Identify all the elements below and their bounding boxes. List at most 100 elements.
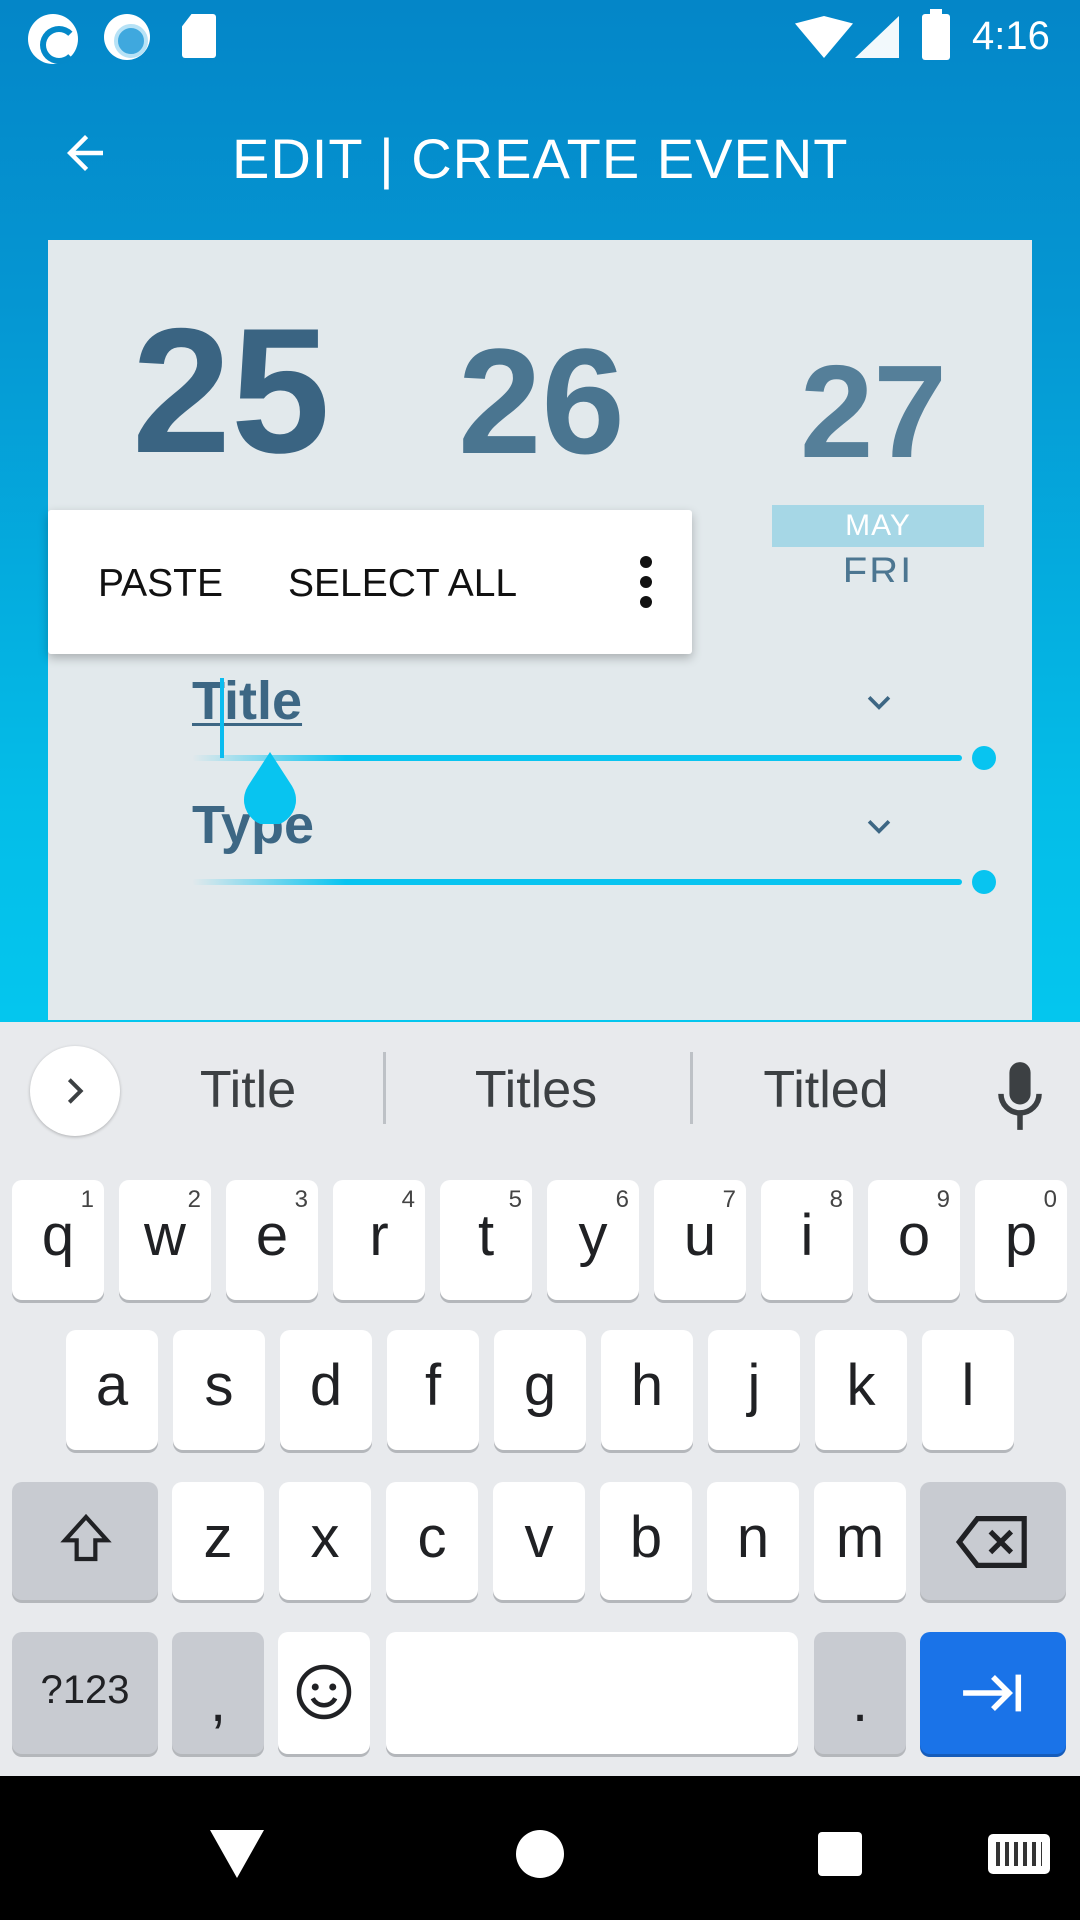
- space-key[interactable]: [386, 1632, 798, 1754]
- text-selection-menu: PASTE SELECT ALL: [48, 510, 692, 654]
- next-key[interactable]: [920, 1632, 1066, 1754]
- backspace-key[interactable]: [920, 1482, 1066, 1600]
- title-underline-dot: [972, 746, 996, 770]
- key-d[interactable]: d: [280, 1330, 372, 1450]
- key-i[interactable]: i8: [761, 1180, 853, 1300]
- text-caret: [220, 678, 224, 758]
- emoji-icon: [296, 1664, 352, 1720]
- key-c[interactable]: c: [386, 1482, 478, 1600]
- key-p[interactable]: p0: [975, 1180, 1067, 1300]
- weekday-label: FRI: [842, 550, 914, 582]
- key-y[interactable]: y6: [547, 1180, 639, 1300]
- emoji-key[interactable]: [278, 1632, 370, 1754]
- nav-home-icon[interactable]: [516, 1830, 564, 1878]
- date-day-current[interactable]: 26: [458, 326, 625, 476]
- key-b[interactable]: b: [600, 1482, 692, 1600]
- suggestion-2[interactable]: Titles: [416, 1060, 656, 1120]
- key-s[interactable]: s: [173, 1330, 265, 1450]
- back-button[interactable]: [52, 120, 118, 186]
- key-label: b: [629, 1505, 663, 1570]
- chevron-right-icon: [67, 1078, 84, 1104]
- key-r[interactable]: r4: [333, 1180, 425, 1300]
- type-dropdown-button[interactable]: [844, 792, 914, 862]
- key-label: n: [736, 1505, 770, 1570]
- backspace-icon: [955, 1516, 1027, 1568]
- expand-suggestions-button[interactable]: [30, 1046, 120, 1136]
- key-n[interactable]: n: [707, 1482, 799, 1600]
- chevron-down-icon: [867, 696, 891, 710]
- nav-back-icon[interactable]: [210, 1830, 264, 1878]
- key-number-hint: 3: [294, 1186, 308, 1213]
- navigation-bar: [0, 1776, 1080, 1920]
- paste-button[interactable]: PASTE: [98, 562, 223, 606]
- battery-icon: [922, 9, 950, 60]
- suggestion-divider: [690, 1052, 693, 1124]
- key-number-hint: 7: [722, 1186, 736, 1213]
- key-label: f: [424, 1353, 442, 1418]
- key-label: s: [204, 1353, 234, 1418]
- key-number-hint: 8: [829, 1186, 843, 1213]
- key-f[interactable]: f: [387, 1330, 479, 1450]
- key-label: v: [524, 1505, 554, 1570]
- key-q[interactable]: q1: [12, 1180, 104, 1300]
- comma-key-label: ,: [209, 1669, 227, 1734]
- key-g[interactable]: g: [494, 1330, 586, 1450]
- soft-keyboard: Title Titles Titled ?123 , . q1w2e3r4t5y…: [0, 1022, 1080, 1778]
- key-number-hint: 9: [936, 1186, 950, 1213]
- more-vert-icon[interactable]: [636, 554, 656, 610]
- key-label: x: [310, 1505, 340, 1570]
- key-u[interactable]: u7: [654, 1180, 746, 1300]
- key-o[interactable]: o9: [868, 1180, 960, 1300]
- microphone-icon[interactable]: [994, 1060, 1046, 1132]
- date-day-prev[interactable]: 25: [132, 302, 330, 480]
- suggestion-1[interactable]: Title: [128, 1060, 368, 1120]
- nav-recents-icon[interactable]: [818, 1832, 862, 1876]
- key-z[interactable]: z: [172, 1482, 264, 1600]
- key-v[interactable]: v: [493, 1482, 585, 1600]
- key-w[interactable]: w2: [119, 1180, 211, 1300]
- title-dropdown-button[interactable]: [844, 668, 914, 738]
- chevron-down-icon: [867, 820, 891, 834]
- title-input-text[interactable]: Title: [192, 670, 302, 732]
- wifi-icon: [795, 16, 853, 58]
- date-day-next[interactable]: 27: [800, 346, 947, 478]
- shift-icon: [60, 1513, 112, 1562]
- period-key[interactable]: .: [814, 1632, 906, 1754]
- key-label: h: [630, 1353, 664, 1418]
- key-l[interactable]: l: [922, 1330, 1014, 1450]
- arrow-left-icon: [67, 135, 103, 171]
- key-number-hint: 4: [401, 1186, 415, 1213]
- key-t[interactable]: t5: [440, 1180, 532, 1300]
- page-title: EDIT | CREATE EVENT: [232, 127, 849, 190]
- key-j[interactable]: j: [708, 1330, 800, 1450]
- key-number-hint: 1: [80, 1186, 94, 1213]
- key-number-hint: 6: [615, 1186, 629, 1213]
- select-all-button[interactable]: SELECT ALL: [288, 562, 517, 606]
- key-label: d: [309, 1353, 343, 1418]
- key-h[interactable]: h: [601, 1330, 693, 1450]
- key-e[interactable]: e3: [226, 1180, 318, 1300]
- key-label: z: [203, 1505, 233, 1570]
- key-k[interactable]: k: [815, 1330, 907, 1450]
- suggestion-3[interactable]: Titled: [706, 1060, 946, 1120]
- type-underline-dot: [972, 870, 996, 894]
- title-underline: [192, 755, 962, 761]
- app-notification-icon: [28, 14, 78, 64]
- shift-key[interactable]: [12, 1482, 158, 1600]
- suggestion-divider: [383, 1052, 386, 1124]
- month-badge: MAY: [772, 505, 984, 547]
- cell-signal-icon: [855, 16, 899, 58]
- circle-app-icon: [104, 14, 150, 60]
- cursor-handle-icon[interactable]: [240, 752, 300, 824]
- key-number-hint: 0: [1043, 1186, 1057, 1213]
- key-a[interactable]: a: [66, 1330, 158, 1450]
- key-label: j: [747, 1353, 761, 1418]
- suggestion-strip: Title Titles Titled: [0, 1022, 1080, 1162]
- keyboard-switch-icon[interactable]: [988, 1834, 1050, 1874]
- type-underline: [192, 879, 962, 885]
- comma-key[interactable]: ,: [172, 1632, 264, 1754]
- symbols-key-label: ?123: [40, 1668, 130, 1712]
- symbols-key[interactable]: ?123: [12, 1632, 158, 1754]
- key-m[interactable]: m: [814, 1482, 906, 1600]
- key-x[interactable]: x: [279, 1482, 371, 1600]
